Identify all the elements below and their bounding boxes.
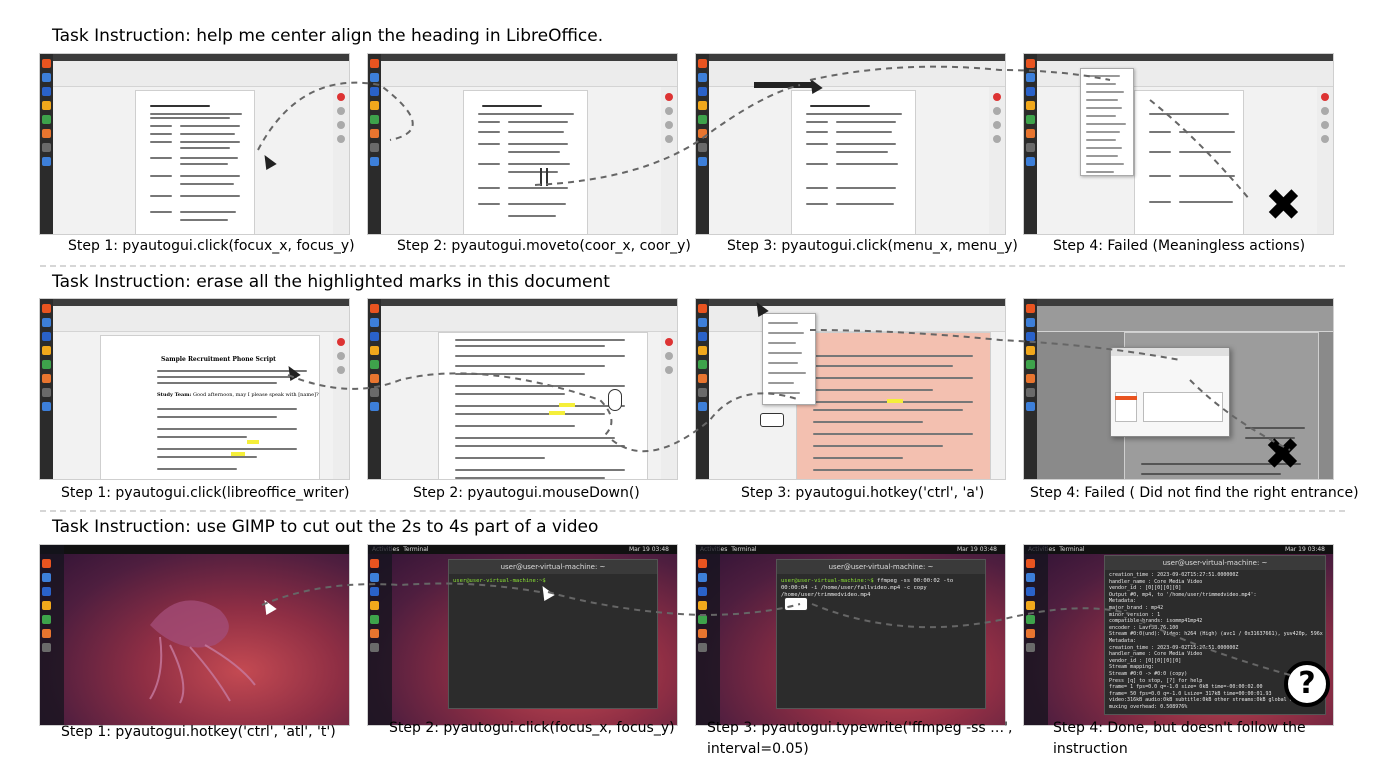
ubuntu-dock <box>1024 545 1048 725</box>
step-caption: Step 4: Failed ( Did not find the right … <box>1030 485 1359 501</box>
step-caption: Step 2: pyautogui.mouseDown() <box>413 485 640 501</box>
task-instruction-1: Task Instruction: help me center align t… <box>52 26 604 46</box>
format-menu[interactable] <box>1080 68 1134 176</box>
writer-toolbar[interactable] <box>381 61 677 87</box>
screenshot-r2-s3 <box>695 298 1006 480</box>
screenshot-r3-s3: Activities TerminalMar 19 03:48 user@use… <box>695 544 1006 726</box>
ubuntu-dock <box>40 54 53 234</box>
screenshot-r3-s1 <box>39 544 350 726</box>
writer-toolbar[interactable] <box>53 61 349 87</box>
screenshot-r2-s1: Sample Recruitment Phone Script Study Te… <box>39 298 350 480</box>
step-caption: Step 4: Done, but doesn't follow the inst… <box>1053 720 1306 757</box>
mouse-cursor-icon <box>259 151 277 171</box>
task-instruction-3: Task Instruction: use GIMP to cut out th… <box>52 517 599 537</box>
document-page <box>791 90 916 234</box>
ubuntu-dock <box>368 54 381 234</box>
ubuntu-dock <box>368 545 392 725</box>
mouse-icon <box>608 389 622 411</box>
fail-x-icon: ✖ <box>1264 429 1301 480</box>
keyboard-icon <box>760 413 784 427</box>
sidebar-deck[interactable] <box>989 87 1005 234</box>
sidebar-deck[interactable] <box>333 332 349 479</box>
sidebar-deck[interactable] <box>333 87 349 234</box>
question-mark-icon: ? <box>1284 661 1330 707</box>
terminal-line: Stream #0:0(und): Video: h264 (High) (av… <box>1109 631 1323 638</box>
step-caption: Step 3: pyautogui.click(menu_x, menu_y) <box>727 238 1018 254</box>
step-caption: Step 2: pyautogui.click(focus_x, focus_y… <box>389 720 675 736</box>
keyboard-icon <box>784 597 808 611</box>
row-divider <box>40 510 1345 512</box>
step-caption: Step 3: pyautogui.hotkey('ctrl', 'a') <box>741 485 985 501</box>
ubuntu-dock <box>1024 299 1037 479</box>
ubuntu-dock <box>696 299 709 479</box>
doc-heading: Sample Recruitment Phone Script <box>161 356 276 363</box>
ubuntu-dock <box>1024 54 1037 234</box>
sidebar-deck[interactable] <box>661 332 677 479</box>
text-cursor-icon <box>540 168 548 186</box>
ubuntu-dock <box>696 545 720 725</box>
writer-toolbar[interactable] <box>53 306 349 332</box>
task-instruction-2: Task Instruction: erase all the highligh… <box>52 272 610 292</box>
screenshot-r2-s4: ✖ <box>1023 298 1334 480</box>
document-page <box>463 90 588 234</box>
screenshot-r1-s3 <box>695 53 1006 235</box>
jellyfish-wallpaper-art <box>149 600 256 704</box>
screenshot-r1-s1 <box>39 53 350 235</box>
terminal-window[interactable]: user@user-virtual-machine: ~ user@user-v… <box>776 559 986 709</box>
screenshot-r2-s2 <box>367 298 678 480</box>
writer-toolbar[interactable] <box>1037 306 1333 332</box>
step-caption: Step 1: pyautogui.click(focux_x, focus_y… <box>68 238 355 254</box>
document-page: Sample Recruitment Phone Script Study Te… <box>100 335 320 479</box>
terminal-window[interactable]: user@user-virtual-machine: ~ user@user-v… <box>448 559 658 709</box>
ubuntu-dock <box>40 545 64 725</box>
step-caption: Step 3: pyautogui.typewrite('ffmpeg -ss … <box>707 720 1013 757</box>
writer-toolbar[interactable] <box>381 306 677 332</box>
screenshot-r3-s4: Activities TerminalMar 19 03:48 user@use… <box>1023 544 1334 726</box>
fail-x-icon: ✖ <box>1265 180 1302 231</box>
step-caption: Step 1: pyautogui.hotkey('ctrl', 'atl', … <box>61 724 336 740</box>
step-caption: Step 1: pyautogui.click(libreoffice_writ… <box>61 485 350 501</box>
screenshot-r1-s2 <box>367 53 678 235</box>
context-menu[interactable] <box>762 313 816 405</box>
special-characters-dialog[interactable] <box>1110 347 1230 437</box>
screenshot-r3-s2: Activities TerminalMar 19 03:48 user@use… <box>367 544 678 726</box>
step-caption: Step 4: Failed (Meaningless actions) <box>1053 238 1306 254</box>
sidebar-deck[interactable] <box>1317 87 1333 234</box>
screenshot-r1-s4: ✖ <box>1023 53 1334 235</box>
ubuntu-dock <box>696 54 709 234</box>
figure-root: Task Instruction: help me center align t… <box>0 0 1378 774</box>
terminal-line: muxing overhead: 0.508976% <box>1109 704 1188 710</box>
ubuntu-dock <box>40 299 53 479</box>
row-divider <box>40 265 1345 267</box>
sidebar-deck[interactable] <box>661 87 677 234</box>
ubuntu-dock <box>368 299 381 479</box>
document-page-selected <box>796 332 991 479</box>
document-page <box>135 90 255 234</box>
step-caption: Step 2: pyautogui.moveto(coor_x, coor_y) <box>397 238 691 254</box>
document-page <box>1134 90 1244 234</box>
